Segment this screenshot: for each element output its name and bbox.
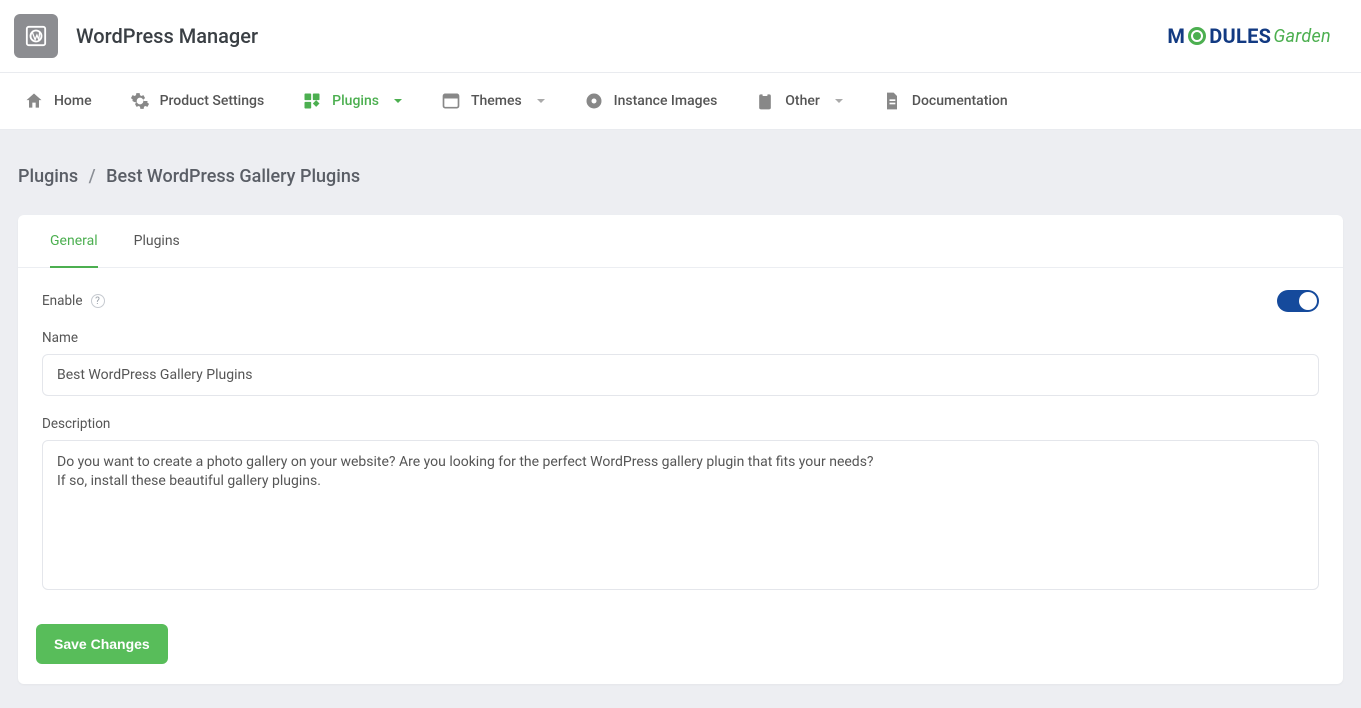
disc-icon [584,91,604,111]
chevron-down-icon [393,96,403,106]
help-icon[interactable]: ? [91,294,105,308]
nav-product-settings[interactable]: Product Settings [114,81,281,121]
description-label: Description [42,416,1319,432]
clipboard-icon [755,91,775,111]
description-input[interactable] [42,440,1319,590]
enable-label: Enable [42,293,83,309]
nav-plugins[interactable]: Plugins [286,81,419,121]
name-input[interactable] [42,354,1319,396]
name-label: Name [42,330,1319,346]
app-icon [14,14,58,58]
chevron-down-icon [536,96,546,106]
home-icon [24,91,44,111]
nav-other[interactable]: Other [739,81,860,121]
card-tabs: General Plugins [18,215,1343,268]
document-icon [882,91,902,111]
main-nav: Home Product Settings Plugins Themes Ins… [0,73,1361,130]
tab-plugins[interactable]: Plugins [116,215,198,267]
app-title: WordPress Manager [76,24,258,48]
breadcrumb-root[interactable]: Plugins [18,166,78,187]
breadcrumb-current: Best WordPress Gallery Plugins [106,166,360,187]
tab-general[interactable]: General [32,215,116,267]
settings-card: General Plugins Enable ? Name Descriptio… [18,215,1343,684]
widgets-icon [302,91,322,111]
chevron-down-icon [834,96,844,106]
nav-instance-images[interactable]: Instance Images [568,81,734,121]
nav-home[interactable]: Home [8,81,108,121]
breadcrumb: Plugins / Best WordPress Gallery Plugins [18,166,1343,187]
brand-logo: M DULES Garden [1167,24,1347,48]
browser-icon [441,91,461,111]
globe-icon [1188,27,1206,45]
nav-documentation[interactable]: Documentation [866,81,1024,121]
gear-icon [130,91,150,111]
nav-themes[interactable]: Themes [425,81,562,121]
enable-toggle[interactable] [1277,290,1319,312]
save-button[interactable]: Save Changes [36,624,168,664]
